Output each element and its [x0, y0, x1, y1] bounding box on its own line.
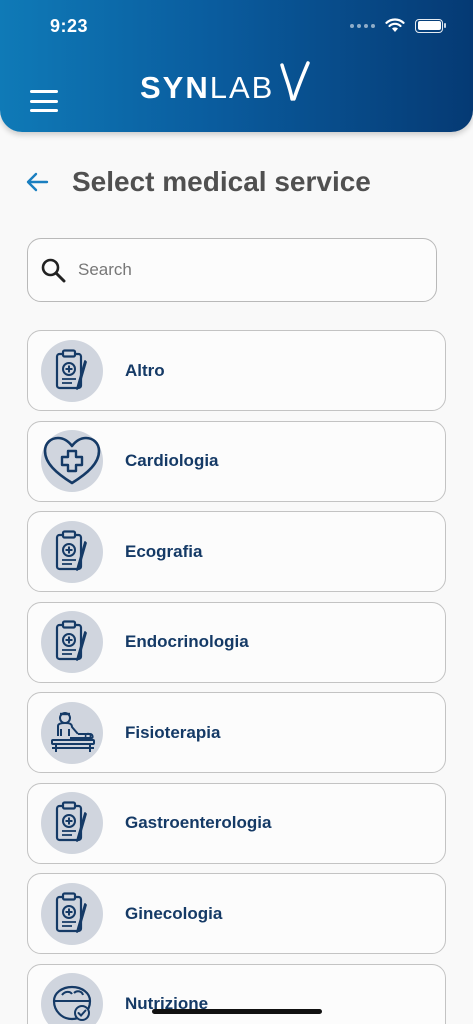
status-icons	[350, 18, 446, 33]
service-label: Fisioterapia	[125, 722, 221, 742]
hamburger-menu-button[interactable]	[30, 90, 58, 112]
logo-mark-icon	[280, 61, 311, 101]
service-label: Ginecologia	[125, 903, 223, 923]
service-avatar	[41, 520, 103, 583]
service-avatar	[41, 701, 103, 764]
clipboard-medical-icon	[55, 620, 87, 661]
battery-icon	[415, 18, 446, 33]
service-item-altro[interactable]: Altro	[27, 330, 446, 411]
search-input[interactable]	[78, 260, 398, 280]
service-label: Endocrinologia	[125, 632, 249, 651]
arrow-left-icon	[26, 172, 49, 192]
logo-text: SYNLAB	[140, 70, 275, 105]
physiotherapy-icon	[51, 711, 95, 752]
service-avatar	[41, 882, 103, 945]
search-icon	[41, 258, 66, 283]
service-avatar	[41, 339, 103, 402]
page-title: Select medical service	[72, 166, 371, 197]
service-item-endocrinologia[interactable]: Endocrinologia	[27, 601, 446, 683]
service-avatar	[41, 973, 103, 1024]
search-field[interactable]	[27, 238, 437, 302]
service-avatar	[41, 611, 103, 673]
service-item-fisioterapia[interactable]: Fisioterapia	[27, 692, 446, 773]
clipboard-medical-icon	[55, 891, 87, 933]
back-button[interactable]	[22, 167, 52, 197]
service-label: Gastroenterologia	[125, 813, 272, 832]
service-item-gastroenterologia[interactable]: Gastroenterologia	[27, 782, 446, 864]
status-time: 9:23	[50, 16, 89, 36]
clipboard-medical-icon	[55, 348, 87, 390]
service-avatar	[41, 430, 103, 492]
clipboard-medical-icon	[55, 529, 87, 571]
service-item-cardiologia[interactable]: Cardiologia	[27, 420, 446, 502]
service-item-ecografia[interactable]: Ecografia	[27, 511, 446, 592]
title-row: Select medical service	[22, 166, 371, 198]
app-header: 9:23 SYNLAB	[0, 0, 473, 132]
nutrition-icon	[52, 985, 92, 1021]
service-label: Cardiologia	[125, 451, 219, 470]
home-indicator	[152, 1009, 322, 1014]
wifi-icon	[385, 18, 405, 32]
service-item-nutrizione[interactable]: Nutrizione	[27, 963, 446, 1024]
service-item-ginecologia[interactable]: Ginecologia	[27, 873, 446, 954]
signal-dots-icon	[350, 23, 375, 28]
synlab-logo: SYNLAB	[140, 61, 312, 106]
service-label: Altro	[125, 360, 165, 380]
service-list: Altro Cardiologia Ecografia Endocrinolog…	[27, 330, 446, 1024]
heart-cross-icon	[43, 436, 101, 485]
clipboard-medical-icon	[55, 801, 87, 842]
service-avatar	[41, 792, 103, 854]
service-label: Ecografia	[125, 541, 203, 561]
